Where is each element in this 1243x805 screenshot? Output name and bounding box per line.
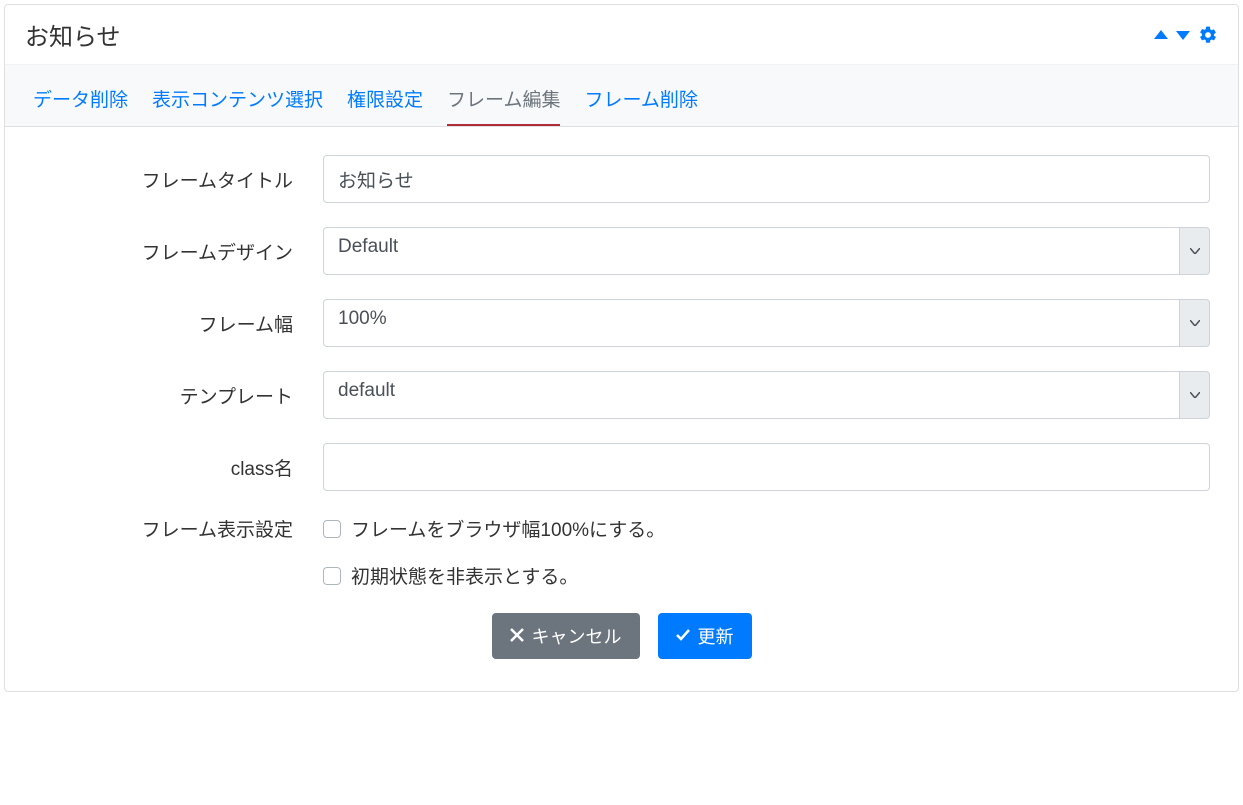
close-icon [510,626,524,647]
checkbox-browser-width-label: フレームをブラウザ幅100%にする。 [351,515,665,542]
chevron-down-icon [1179,371,1210,419]
row-template: テンプレート default [33,371,1210,419]
button-row: キャンセル 更新 [33,613,1210,659]
label-class-name: class名 [33,454,323,481]
frame-title-input[interactable] [323,155,1210,203]
nav-tabs-container: データ削除 表示コンテンツ選択 権限設定 フレーム編集 フレーム削除 [5,65,1238,127]
chevron-down-icon [1179,227,1210,275]
checkbox-browser-width[interactable]: フレームをブラウザ幅100%にする。 [323,515,1210,542]
checkbox-icon [323,520,341,538]
update-button[interactable]: 更新 [658,613,752,659]
checkbox-initial-hidden[interactable]: 初期状態を非表示とする。 [323,562,1210,589]
card-body: フレームタイトル フレームデザイン Default フレーム幅 100% [5,127,1238,691]
tab-permission[interactable]: 権限設定 [347,85,423,126]
tab-data-delete[interactable]: データ削除 [33,85,128,126]
cancel-button-label: キャンセル [532,623,622,649]
frame-design-value: Default [323,227,1179,275]
row-class-name: class名 [33,443,1210,491]
frame-design-select[interactable]: Default [323,227,1210,275]
update-button-label: 更新 [698,623,734,649]
checkbox-icon [323,567,341,585]
cancel-button[interactable]: キャンセル [492,613,640,659]
move-down-icon[interactable] [1176,30,1190,40]
tab-content-select[interactable]: 表示コンテンツ選択 [152,85,323,126]
row-frame-design: フレームデザイン Default [33,227,1210,275]
row-display-settings: フレーム表示設定 フレームをブラウザ幅100%にする。 初期状態を非表示とする。 [33,515,1210,589]
tab-frame-edit[interactable]: フレーム編集 [447,85,560,126]
label-frame-width: フレーム幅 [33,310,323,337]
label-frame-design: フレームデザイン [33,238,323,265]
check-icon [676,626,690,647]
move-up-icon[interactable] [1154,30,1168,40]
label-display-settings: フレーム表示設定 [33,515,323,542]
frame-edit-card: お知らせ データ削除 表示コンテンツ選択 権限設定 フレーム編集 フレーム削除 … [4,4,1239,692]
tab-frame-delete[interactable]: フレーム削除 [584,85,697,126]
chevron-down-icon [1179,299,1210,347]
label-frame-title: フレームタイトル [33,166,323,193]
card-header: お知らせ [5,5,1238,65]
class-name-input[interactable] [323,443,1210,491]
checkbox-initial-hidden-label: 初期状態を非表示とする。 [351,562,578,589]
row-frame-title: フレームタイトル [33,155,1210,203]
gear-icon[interactable] [1198,25,1218,45]
row-frame-width: フレーム幅 100% [33,299,1210,347]
template-value: default [323,371,1179,419]
frame-width-select[interactable]: 100% [323,299,1210,347]
label-template: テンプレート [33,382,323,409]
template-select[interactable]: default [323,371,1210,419]
nav-tabs: データ削除 表示コンテンツ選択 権限設定 フレーム編集 フレーム削除 [33,85,1210,126]
header-actions [1154,25,1218,45]
frame-width-value: 100% [323,299,1179,347]
page-title: お知らせ [25,17,121,52]
